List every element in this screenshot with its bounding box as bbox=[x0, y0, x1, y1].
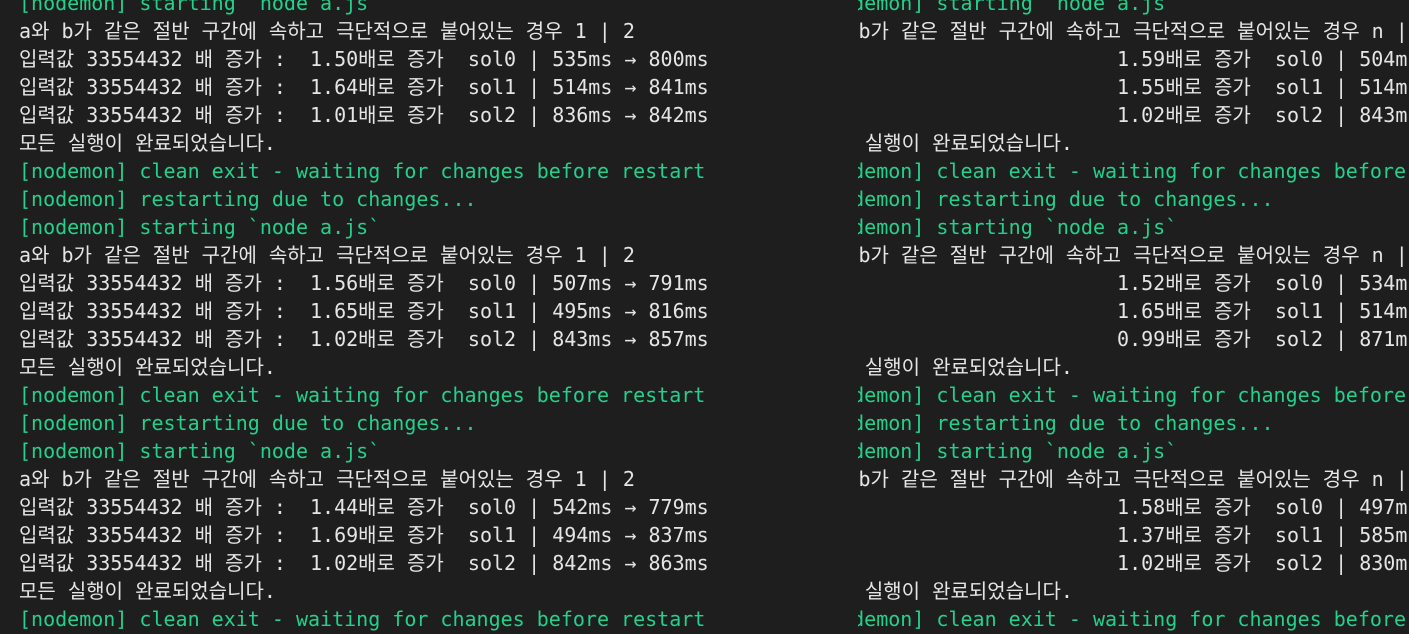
output-line: 모든 실행이 완료되었습니다. bbox=[19, 131, 276, 155]
nodemon-log-line: [nodemon] clean exit - waiting for chang… bbox=[19, 607, 706, 631]
output-line: 1.02배로 증가 sol2 | 830ms → 845ms bbox=[1117, 551, 1409, 575]
nodemon-log-line: [nodemon] clean exit - waiting for chang… bbox=[858, 607, 1407, 631]
output-line: 입력값 33554432 배 증가 : 1.02배로 증가 sol2 | 843… bbox=[19, 327, 709, 351]
output-line: 0.99배로 증가 sol2 | 871ms → 865ms bbox=[1117, 327, 1409, 351]
nodemon-log-line: [nodemon] clean exit - waiting for chang… bbox=[19, 159, 706, 183]
output-line: 1.58배로 증가 sol0 | 497ms → 787ms bbox=[1117, 495, 1409, 519]
nodemon-log-line: [nodemon] clean exit - waiting for chang… bbox=[858, 159, 1407, 183]
output-line: 입력값 33554432 배 증가 : 1.65배로 증가 sol1 | 495… bbox=[19, 299, 709, 323]
nodemon-log-line: [nodemon] starting `node a.js` bbox=[858, 439, 1178, 463]
terminal-pane-left[interactable]: [nodemon] starting `node a.js` a와 b가 같은 절… bbox=[0, 0, 858, 634]
nodemon-log-line: [nodemon] starting `node a.js` bbox=[858, 215, 1178, 239]
output-line: 입력값 33554432 배 증가 : 1.56배로 증가 sol0 | 507… bbox=[19, 271, 709, 295]
output-line: 모든 실행이 완료되었습니다. bbox=[864, 131, 1073, 155]
output-line: a와 b가 같은 절반 구간에 속하고 극단적으로 붙어있는 경우 1 | 2 bbox=[19, 467, 635, 491]
nodemon-log-line: [nodemon] starting `node a.js` bbox=[19, 215, 381, 239]
nodemon-log-line: [nodemon] clean exit - waiting for chang… bbox=[19, 383, 706, 407]
nodemon-log-line: [nodemon] restarting due to changes... bbox=[19, 187, 477, 211]
output-line: 입력값 33554432 배 증가 : 1.64배로 증가 sol1 | 514… bbox=[19, 75, 709, 99]
nodemon-log-line: [nodemon] restarting due to changes... bbox=[858, 187, 1274, 211]
output-line: 1.02배로 증가 sol2 | 843ms → 862ms bbox=[1117, 103, 1409, 127]
output-line: 모든 실행이 완료되었습니다. bbox=[864, 579, 1073, 603]
nodemon-log-line: [nodemon] starting `node a.js` bbox=[858, 0, 1178, 15]
nodemon-log-line: [nodemon] clean exit - waiting for chang… bbox=[858, 383, 1407, 407]
output-line: 모든 실행이 완료되었습니다. bbox=[19, 355, 276, 379]
output-line: a와 b가 같은 절반 구간에 속하고 극단적으로 붙어있는 경우 n | n-… bbox=[858, 19, 1408, 43]
terminal-output: [nodemon] starting `node a.js` a와 b가 같은 절… bbox=[19, 0, 709, 634]
output-line: 입력값 33554432 배 증가 : 1.44배로 증가 sol0 | 542… bbox=[19, 495, 709, 519]
output-line: 입력값 33554432 배 증가 : 1.69배로 증가 sol1 | 494… bbox=[19, 523, 709, 547]
output-line: 입력값 33554432 배 증가 : 1.50배로 증가 sol0 | 535… bbox=[19, 47, 709, 71]
nodemon-log-line: [nodemon] restarting due to changes... bbox=[19, 411, 477, 435]
terminal-output: [nodemon] starting `node a.js` a와 b가 같은 절… bbox=[858, 0, 1409, 634]
output-line: 1.55배로 증가 sol1 | 514ms → 798ms bbox=[1117, 75, 1409, 99]
output-line: 1.37배로 증가 sol1 | 585ms → 803ms bbox=[1117, 523, 1409, 547]
output-line: 입력값 33554432 배 증가 : 1.01배로 증가 sol2 | 836… bbox=[19, 103, 709, 127]
output-line: 1.52배로 증가 sol0 | 534ms → 813ms bbox=[1117, 271, 1409, 295]
output-line: 1.65배로 증가 sol1 | 514ms → 847ms bbox=[1117, 299, 1409, 323]
output-line: 입력값 33554432 배 증가 : 1.02배로 증가 sol2 | 842… bbox=[19, 551, 709, 575]
output-line: 모든 실행이 완료되었습니다. bbox=[864, 355, 1073, 379]
nodemon-log-line: [nodemon] restarting due to changes... bbox=[858, 411, 1274, 435]
output-line: a와 b가 같은 절반 구간에 속하고 극단적으로 붙어있는 경우 1 | 2 bbox=[19, 19, 635, 43]
output-line: a와 b가 같은 절반 구간에 속하고 극단적으로 붙어있는 경우 1 | 2 bbox=[19, 243, 635, 267]
output-line: a와 b가 같은 절반 구간에 속하고 극단적으로 붙어있는 경우 n | n-… bbox=[858, 467, 1408, 491]
output-line: 1.59배로 증가 sol0 | 504ms → 800ms bbox=[1117, 47, 1409, 71]
terminal-pane-right[interactable]: [nodemon] starting `node a.js` a와 b가 같은 절… bbox=[858, 0, 1409, 634]
nodemon-log-line: [nodemon] starting `node a.js` bbox=[19, 439, 381, 463]
output-line: 모든 실행이 완료되었습니다. bbox=[19, 579, 276, 603]
output-line: a와 b가 같은 절반 구간에 속하고 극단적으로 붙어있는 경우 n | n-… bbox=[858, 243, 1408, 267]
nodemon-log-line: [nodemon] starting `node a.js` bbox=[19, 0, 381, 15]
